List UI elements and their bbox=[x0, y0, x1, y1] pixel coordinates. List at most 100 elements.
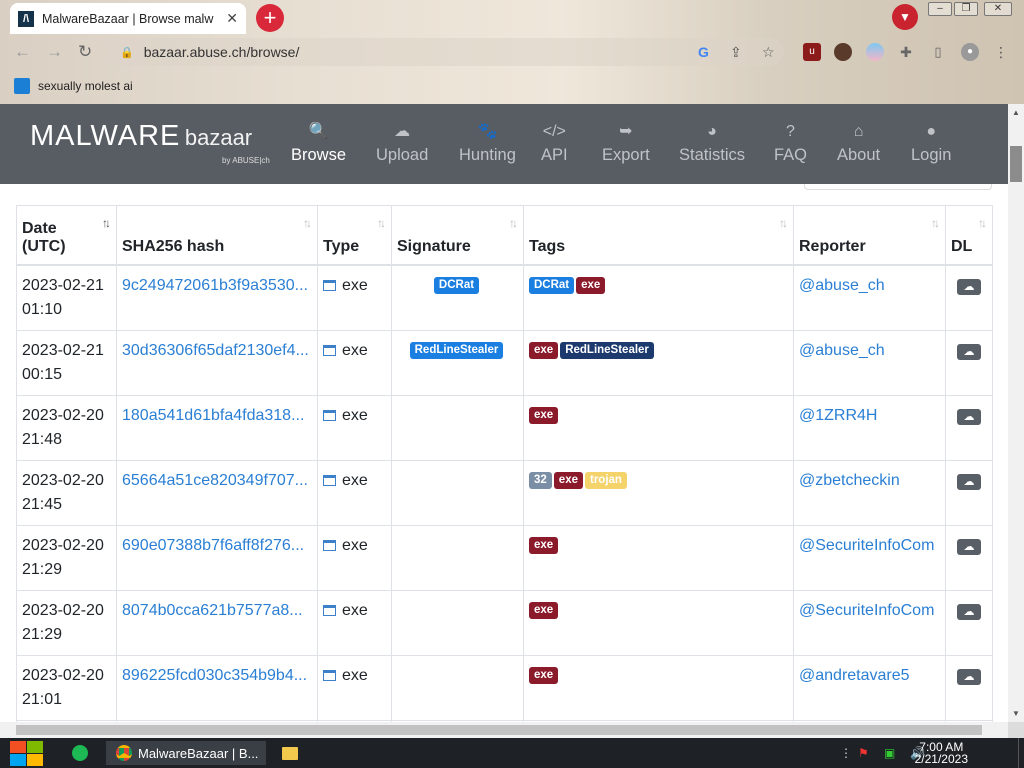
bookmark-star-icon[interactable]: ☆ bbox=[762, 44, 775, 61]
show-desktop-button[interactable] bbox=[1018, 738, 1024, 768]
reload-icon[interactable]: ↻ bbox=[78, 42, 92, 62]
start-button-windows-icon[interactable] bbox=[8, 739, 44, 767]
reporter-link[interactable]: @SecuriteInfoCom bbox=[799, 537, 934, 554]
tag-badge[interactable]: exe bbox=[529, 666, 559, 684]
sort-desc-icon[interactable]: ↑↓ bbox=[102, 216, 111, 230]
forward-arrow-icon[interactable]: → bbox=[46, 42, 63, 62]
nav-about[interactable]: ⌂ About bbox=[837, 122, 880, 165]
reporter-link[interactable]: @1ZRR4H bbox=[799, 407, 877, 424]
extension-icon[interactable] bbox=[866, 43, 884, 61]
nav-api[interactable]: </> API bbox=[541, 122, 568, 165]
reporter-link[interactable]: @abuse_ch bbox=[799, 342, 885, 359]
download-cloud-icon[interactable]: ☁ bbox=[957, 278, 981, 295]
nav-browse[interactable]: 🔍 Browse bbox=[291, 122, 346, 165]
signature-badge[interactable]: DCRat bbox=[433, 276, 480, 294]
sort-icon[interactable]: ↑↓ bbox=[931, 216, 940, 230]
header-reporter[interactable]: Reporter ↑↓ bbox=[793, 205, 946, 266]
tag-badge[interactable]: RedLineStealer bbox=[560, 341, 654, 359]
reporter-link[interactable]: @zbetcheckin bbox=[799, 472, 900, 489]
chrome-taskbar-button[interactable]: MalwareBazaar | B... bbox=[106, 741, 266, 765]
nav-upload[interactable]: ☁ Upload bbox=[376, 122, 428, 165]
header-tags[interactable]: Tags ↑↓ bbox=[523, 205, 794, 266]
nav-faq[interactable]: ? FAQ bbox=[774, 122, 807, 165]
browser-tab[interactable]: /\ MalwareBazaar | Browse malw ✕ bbox=[10, 3, 246, 34]
hash-link[interactable]: 8074b0cca621b7577a8... bbox=[122, 599, 312, 623]
header-signature[interactable]: Signature ↑↓ bbox=[391, 205, 524, 266]
header-hash[interactable]: SHA256 hash ↑↓ bbox=[116, 205, 318, 266]
vertical-scrollbar[interactable]: ▲ ▼ bbox=[1008, 104, 1024, 722]
sort-icon[interactable]: ↑↓ bbox=[509, 216, 518, 230]
horizontal-scrollbar[interactable] bbox=[0, 722, 1008, 738]
network-icon[interactable]: ▣ bbox=[884, 746, 895, 760]
nav-export[interactable]: ➥ Export bbox=[602, 122, 650, 165]
tag-badge[interactable]: exe bbox=[529, 536, 559, 554]
download-cloud-icon[interactable]: ☁ bbox=[957, 668, 981, 685]
sort-icon[interactable]: ↑↓ bbox=[303, 216, 312, 230]
minimize-button[interactable]: – bbox=[928, 2, 952, 16]
table-search-input[interactable] bbox=[804, 184, 992, 190]
kebab-menu-icon[interactable]: ⋮ bbox=[992, 43, 1010, 61]
restore-button[interactable]: ❐ bbox=[954, 2, 978, 16]
hash-link[interactable]: 65664a51ce820349f707... bbox=[122, 469, 312, 493]
scroll-up-icon[interactable]: ▲ bbox=[1012, 108, 1020, 117]
bookmark-item[interactable]: sexually molest ai bbox=[14, 78, 133, 94]
reporter-link[interactable]: @SecuriteInfoCom bbox=[799, 602, 934, 619]
tag-badge[interactable]: exe bbox=[553, 471, 583, 489]
download-cloud-icon[interactable]: ☁ bbox=[957, 408, 981, 425]
google-icon[interactable]: G bbox=[698, 44, 709, 60]
header-date[interactable]: Date (UTC) ↑↓ bbox=[16, 205, 117, 266]
file-explorer-icon[interactable] bbox=[282, 741, 302, 765]
header-dl[interactable]: DL ↑↓ bbox=[945, 205, 993, 266]
puzzle-extensions-icon[interactable]: ✚ bbox=[897, 43, 915, 61]
tab-search-chevron-icon[interactable]: ▼ bbox=[892, 4, 918, 30]
tray-overflow-icon[interactable]: ⋮ bbox=[840, 746, 852, 760]
tab-close-icon[interactable]: ✕ bbox=[226, 10, 238, 27]
flag-icon[interactable]: ⚑ bbox=[858, 746, 869, 760]
tags-cell: exe bbox=[523, 589, 794, 656]
download-cloud-icon[interactable]: ☁ bbox=[957, 603, 981, 620]
tag-badge[interactable]: exe bbox=[529, 406, 559, 424]
tag-badge[interactable]: exe bbox=[576, 276, 606, 294]
type-cell: exe bbox=[317, 329, 392, 396]
tag-badge[interactable]: trojan bbox=[584, 471, 627, 489]
scroll-down-icon[interactable]: ▼ bbox=[1012, 709, 1020, 718]
malwarebazaar-logo[interactable]: MALWARE bazaar by ABUSE|ch bbox=[30, 120, 270, 165]
close-window-button[interactable]: ✕ bbox=[984, 2, 1012, 16]
hash-link[interactable]: 180a541d61bfa4fda318... bbox=[122, 404, 312, 428]
header-type[interactable]: Type ↑↓ bbox=[317, 205, 392, 266]
tag-badge[interactable]: exe bbox=[529, 341, 559, 359]
download-cloud-icon[interactable]: ☁ bbox=[957, 473, 981, 490]
nav-statistics[interactable]: ◕ Statistics bbox=[679, 122, 745, 165]
sort-icon[interactable]: ↑↓ bbox=[779, 216, 788, 230]
profile-avatar-icon[interactable]: ● bbox=[961, 43, 979, 61]
horizontal-scroll-thumb[interactable] bbox=[16, 725, 982, 735]
tag-badge[interactable]: 32 bbox=[529, 471, 552, 489]
nav-hunting[interactable]: 🐾 Hunting bbox=[459, 122, 516, 165]
tag-badge[interactable]: DCRat bbox=[529, 276, 575, 294]
ublock-extension-icon[interactable]: u bbox=[803, 43, 821, 61]
reporter-link[interactable]: @andretavare5 bbox=[799, 667, 910, 684]
hash-link[interactable]: 9c249472061b3f9a3530... bbox=[122, 274, 312, 298]
date-cell: 2023-02-20 21:29 bbox=[16, 589, 117, 656]
back-arrow-icon[interactable]: ← bbox=[14, 42, 31, 62]
profile-extension-icon[interactable] bbox=[834, 43, 852, 61]
reporter-link[interactable]: @abuse_ch bbox=[799, 277, 885, 294]
tag-badge[interactable]: exe bbox=[529, 601, 559, 619]
sort-icon[interactable]: ↑↓ bbox=[978, 216, 987, 230]
vertical-scroll-thumb[interactable] bbox=[1010, 146, 1022, 182]
sort-icon[interactable]: ↑↓ bbox=[377, 216, 386, 230]
signature-badge[interactable]: RedLineStealer bbox=[409, 341, 504, 359]
share-icon[interactable]: ⇪ bbox=[730, 44, 742, 61]
side-panel-icon[interactable]: ▯ bbox=[929, 43, 947, 61]
address-bar[interactable]: 🔒 bazaar.abuse.ch/browse/ bbox=[108, 38, 784, 66]
spotify-taskbar-icon[interactable] bbox=[72, 741, 92, 765]
hash-link[interactable]: 690e07388b7f6aff8f276... bbox=[122, 534, 312, 558]
lock-icon: 🔒 bbox=[120, 46, 134, 59]
hash-link[interactable]: 896225fcd030c354b9b4... bbox=[122, 664, 312, 688]
download-cloud-icon[interactable]: ☁ bbox=[957, 538, 981, 555]
hash-link[interactable]: 30d36306f65daf2130ef4... bbox=[122, 339, 312, 363]
taskbar-clock[interactable]: 7:00 AM 2/21/2023 bbox=[915, 741, 968, 765]
download-cloud-icon[interactable]: ☁ bbox=[957, 343, 981, 360]
new-tab-button[interactable]: + bbox=[256, 4, 284, 32]
nav-login[interactable]: ● Login bbox=[911, 122, 951, 165]
